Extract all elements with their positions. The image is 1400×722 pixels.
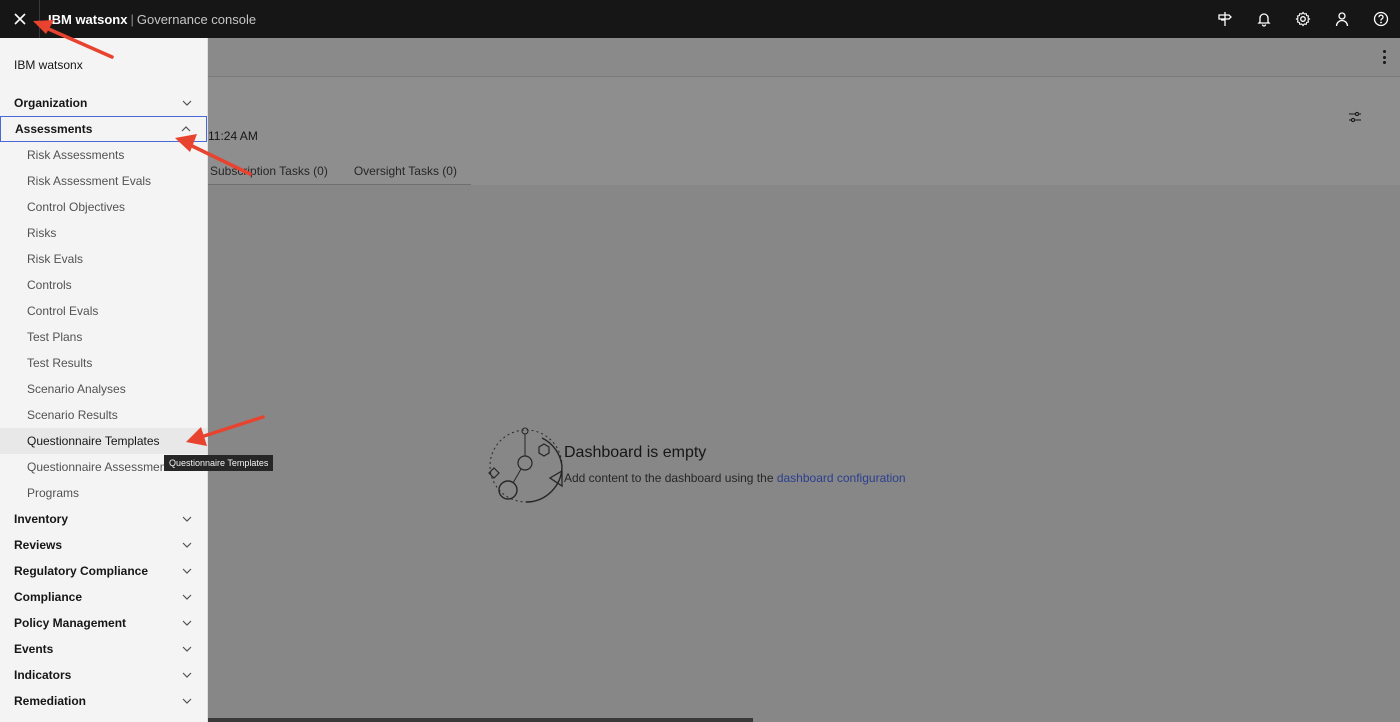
nav-section-remediation[interactable]: Remediation — [0, 688, 207, 714]
chevron-down-icon — [181, 97, 193, 109]
user-button[interactable] — [1322, 0, 1361, 38]
nav-item-controls[interactable]: Controls — [0, 272, 207, 298]
overflow-menu-icon[interactable] — [1382, 50, 1386, 64]
chevron-down-icon — [181, 565, 193, 577]
empty-state: Dashboard is empty Add content to the da… — [486, 426, 906, 506]
notification-icon — [1256, 13, 1271, 27]
nav-section-label: Organization — [14, 96, 88, 110]
brand[interactable]: IBM watsonx | Governance console — [48, 12, 256, 27]
top-header: IBM watsonx | Governance console — [0, 0, 1400, 38]
nav-section-policy-management[interactable]: Policy Management — [0, 610, 207, 636]
chevron-down-icon — [181, 539, 193, 551]
bottom-scrollbar[interactable] — [208, 718, 753, 722]
nav-section-label: Regulatory Compliance — [14, 564, 149, 578]
tab-subscription-tasks[interactable]: Subscription Tasks (0) — [208, 160, 342, 184]
tooltip: Questionnaire Templates — [164, 455, 274, 471]
nav-section-compliance[interactable]: Compliance — [0, 584, 207, 610]
last-updated-time: 11:24 AM — [208, 129, 258, 143]
brand-name: IBM watsonx — [48, 11, 128, 27]
task-tabs: Subscription Tasks (0) Oversight Tasks (… — [208, 160, 471, 186]
nav-item-programs[interactable]: Programs — [0, 480, 207, 506]
empty-state-title: Dashboard is empty — [564, 444, 707, 461]
nav-section-label: Assessments — [15, 122, 93, 136]
dashboard-page: 11:24 AM Subscription Tasks (0) Oversigh… — [0, 38, 1400, 722]
nav-item-risk-assessments[interactable]: Risk Assessments — [0, 142, 207, 168]
page-toolbar — [208, 38, 1400, 77]
nav-section-label: Policy Management — [14, 616, 127, 630]
chevron-down-icon — [181, 669, 193, 681]
nav-title: IBM watsonx — [14, 58, 83, 72]
product-name: Governance console — [136, 11, 257, 27]
nav-item-risk-assessment-evals[interactable]: Risk Assessment Evals — [0, 168, 207, 194]
nav-item-questionnaire-templates[interactable]: Questionnaire Templates — [0, 428, 207, 454]
settings-icon — [1295, 11, 1310, 27]
nav-section-label: Indicators — [14, 668, 72, 682]
nav-section-regulatory-compliance[interactable]: Regulatory Compliance — [0, 558, 207, 584]
empty-state-text: Add content to the dashboard using the — [564, 471, 777, 485]
tab-oversight-tasks[interactable]: Oversight Tasks (0) — [342, 160, 471, 184]
sliders-icon — [1349, 111, 1361, 123]
dashboard-settings-button[interactable] — [1348, 110, 1362, 129]
empty-state-description: Add content to the dashboard using the d… — [564, 471, 906, 485]
user-icon — [1335, 12, 1348, 27]
header-actions — [1205, 0, 1400, 38]
nav-section-label: Reviews — [14, 538, 63, 552]
nav-section-label: Remediation — [14, 694, 87, 708]
nav-section-assessments[interactable]: Assessments — [0, 116, 207, 142]
signpost-button[interactable] — [1205, 0, 1244, 38]
nav-section-label: Events — [14, 642, 54, 656]
nav-item-risks[interactable]: Risks — [0, 220, 207, 246]
nav-item-test-plans[interactable]: Test Plans — [0, 324, 207, 350]
nav-section-events[interactable]: Events — [0, 636, 207, 662]
settings-button[interactable] — [1283, 0, 1322, 38]
nav-item-risk-evals[interactable]: Risk Evals — [0, 246, 207, 272]
nav-section-label: Compliance — [14, 590, 83, 604]
notifications-button[interactable] — [1244, 0, 1283, 38]
nav-section-label: Inventory — [14, 512, 69, 526]
nav-item-test-results[interactable]: Test Results — [0, 350, 207, 376]
nav-item-scenario-results[interactable]: Scenario Results — [0, 402, 207, 428]
chevron-down-icon — [181, 513, 193, 525]
close-icon — [13, 13, 26, 25]
nav-section-reviews[interactable]: Reviews — [0, 532, 207, 558]
chevron-down-icon — [181, 591, 193, 603]
chevron-down-icon — [181, 643, 193, 655]
nav-item-control-evals[interactable]: Control Evals — [0, 298, 207, 324]
empty-dashboard-illustration-icon — [488, 427, 563, 503]
nav-section-organization[interactable]: Organization — [0, 90, 207, 116]
nav-section-indicators[interactable]: Indicators — [0, 662, 207, 688]
brand-separator: | — [130, 11, 134, 27]
help-icon — [1373, 11, 1388, 27]
nav-item-control-objectives[interactable]: Control Objectives — [0, 194, 207, 220]
help-button[interactable] — [1361, 0, 1400, 38]
close-menu-button[interactable] — [0, 0, 40, 38]
signpost-icon — [1217, 12, 1232, 26]
nav-section-inventory[interactable]: Inventory — [0, 506, 207, 532]
chevron-down-icon — [181, 617, 193, 629]
nav-item-scenario-analyses[interactable]: Scenario Analyses — [0, 376, 207, 402]
dashboard-configuration-link[interactable]: dashboard configuration — [777, 471, 906, 485]
chevron-up-icon — [180, 123, 192, 135]
dashboard-content — [208, 185, 1400, 722]
side-navigation: IBM watsonx Organization Assessments Ris… — [0, 38, 208, 722]
chevron-down-icon — [181, 695, 193, 707]
